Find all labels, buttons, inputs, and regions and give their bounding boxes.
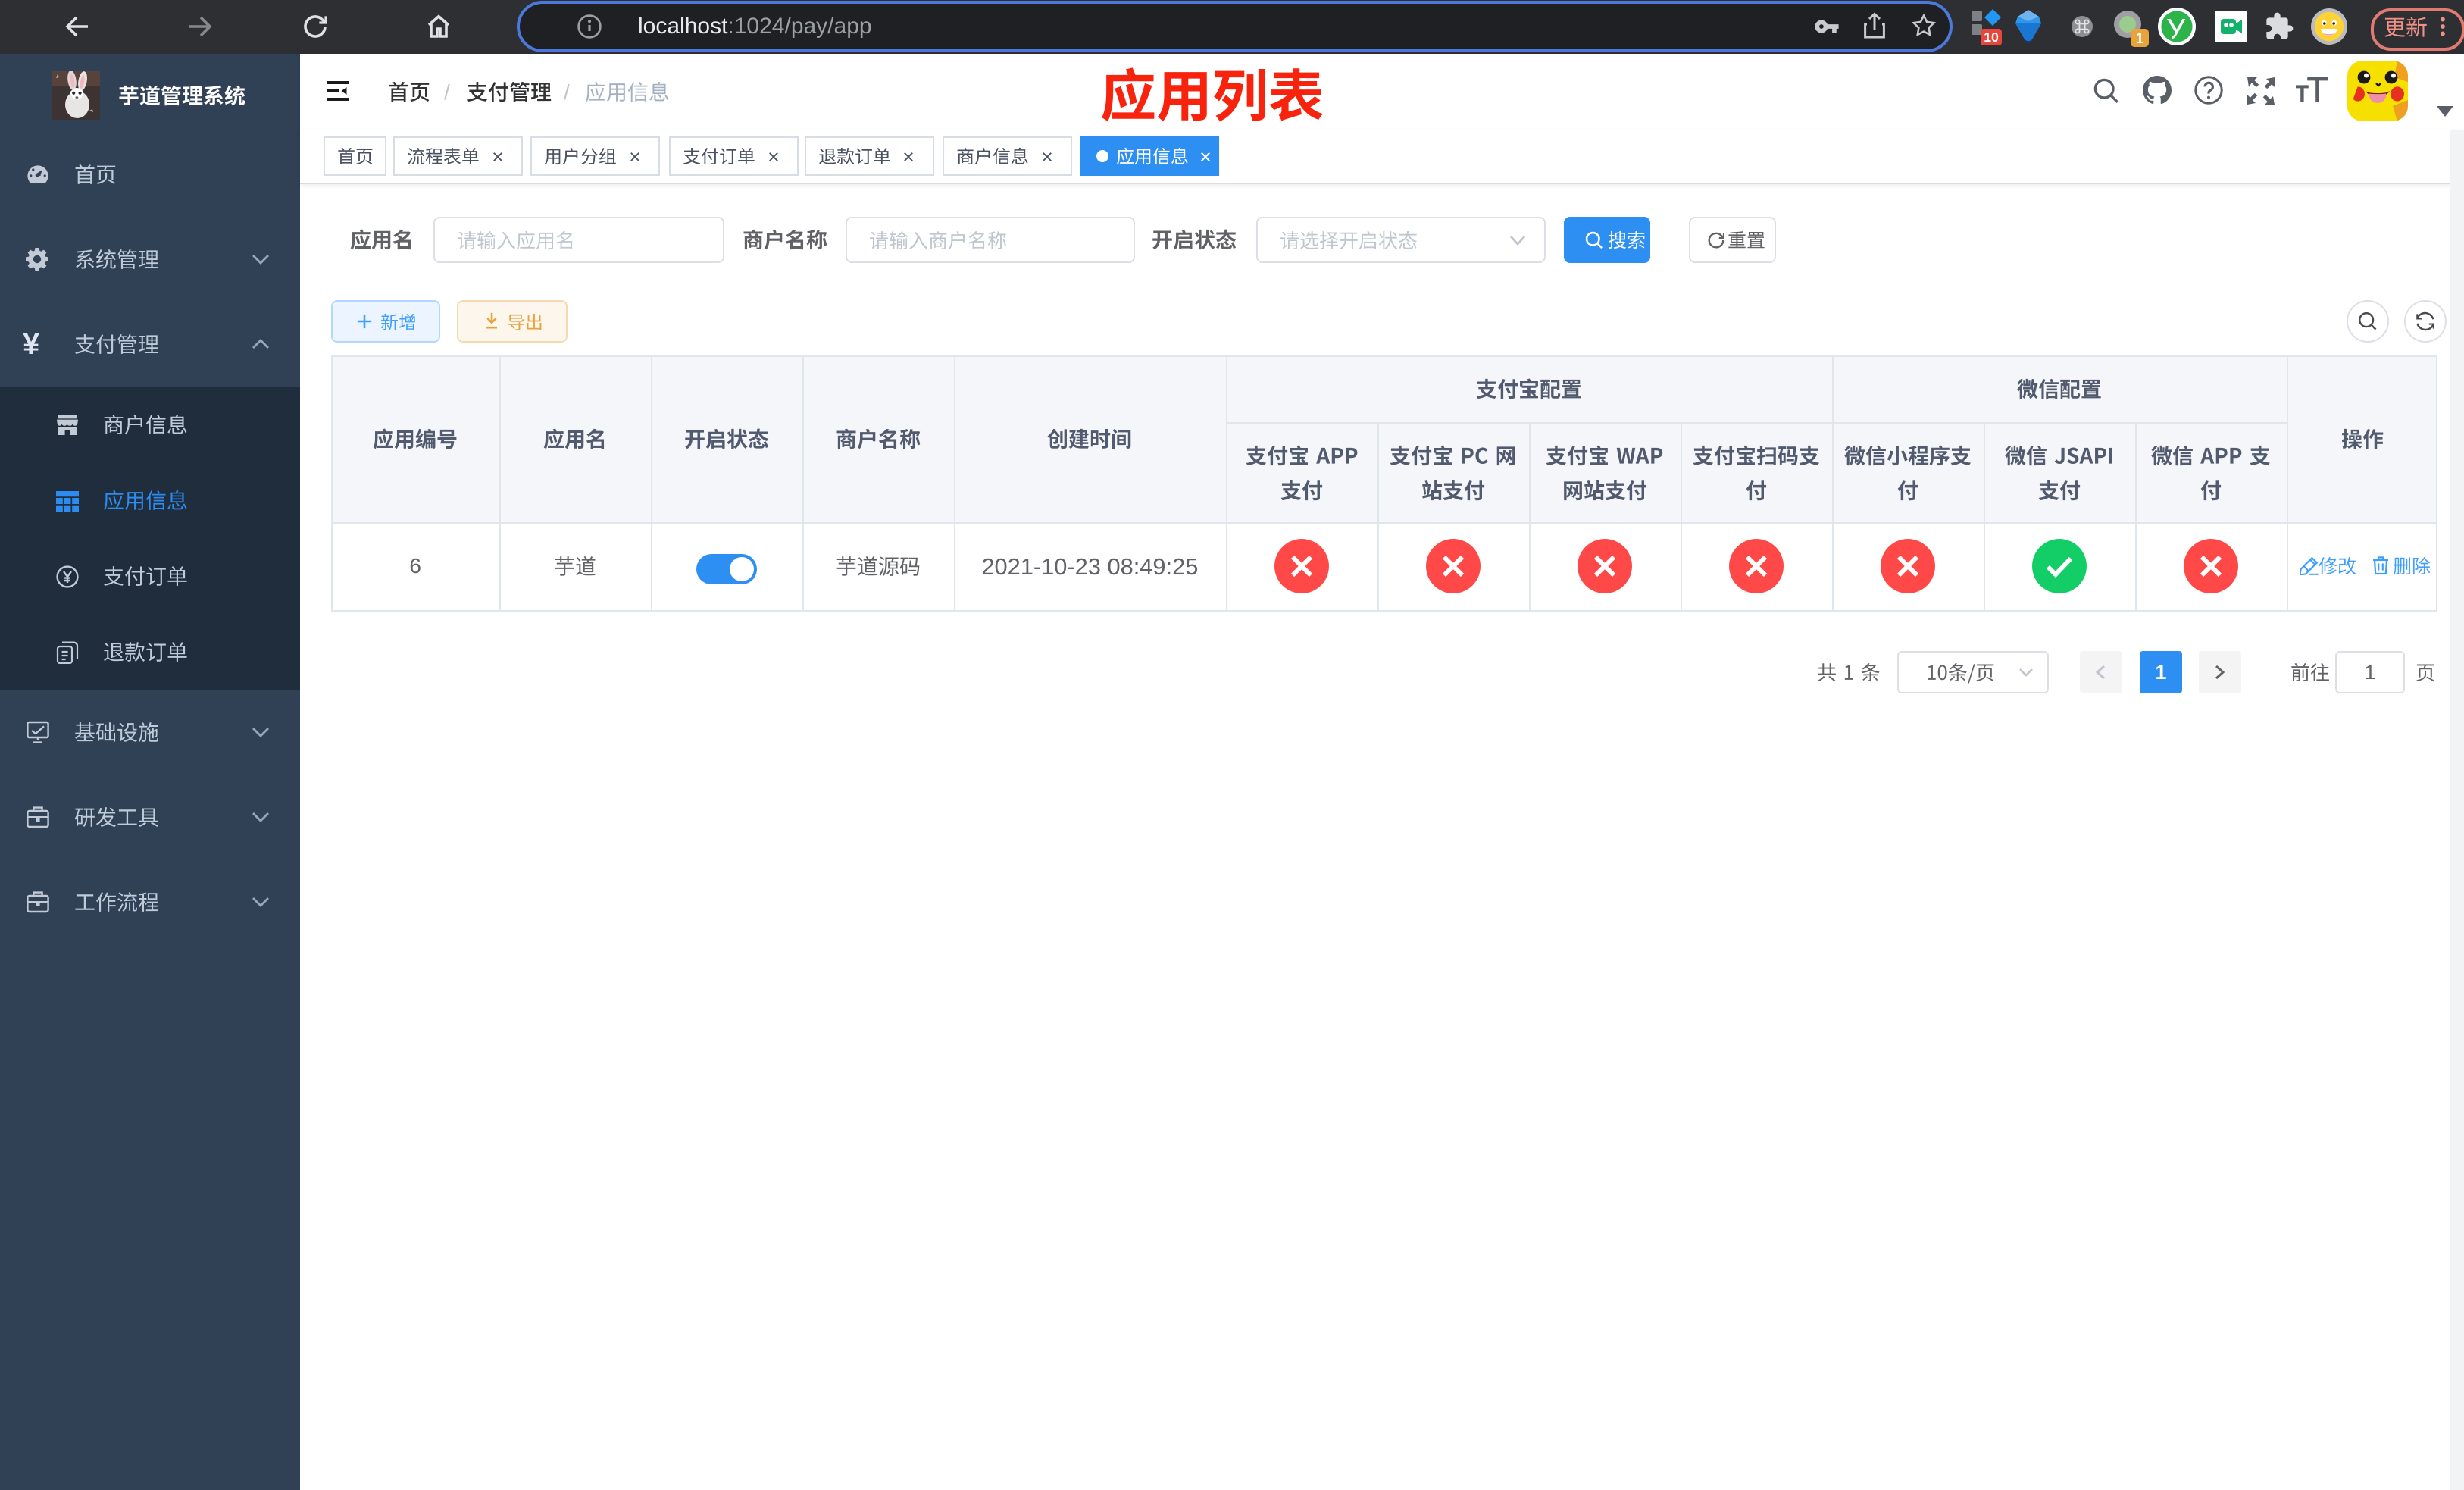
svg-text:1: 1 [2136,31,2144,47]
svg-text:10: 10 [1984,30,1999,45]
